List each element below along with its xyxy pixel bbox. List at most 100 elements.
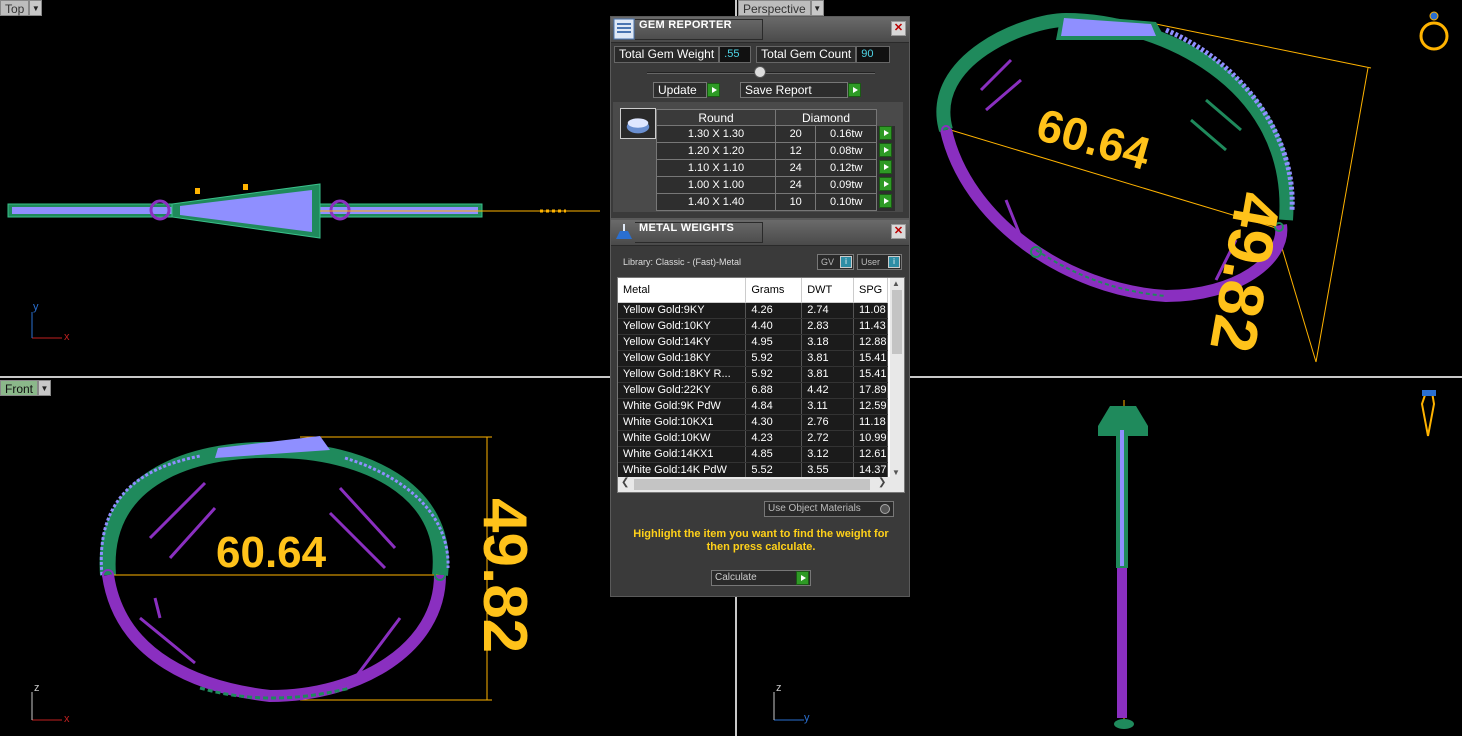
scroll-up-icon[interactable]: ▲ [892,279,900,288]
gem-table-header-shape: Round [656,109,776,126]
scroll-down-icon[interactable]: ▼ [892,468,900,477]
gem-row[interactable]: 1.10 X 1.10 24 0.12tw [656,159,895,177]
metal-row[interactable]: Yellow Gold:9KY 4.26 2.74 11.08 [618,302,889,319]
metal-cell-dwt: 3.81 [801,350,854,367]
gem-row-action[interactable] [876,159,895,177]
gem-reporter-title: GEM REPORTER [639,19,732,31]
gem-row-action[interactable] [876,193,895,211]
gem-size: 1.10 X 1.10 [656,159,776,177]
metal-cell-dwt: 3.55 [801,462,854,479]
viewport-label-front[interactable]: Front ▼ [0,380,52,396]
gem-size: 1.20 X 1.20 [656,142,776,160]
viewport-label-top[interactable]: Top ▼ [0,0,43,16]
metal-column-header[interactable]: SPG [853,278,889,303]
metal-row[interactable]: Yellow Gold:14KY 4.95 3.18 12.88 [618,334,889,351]
gem-count: 20 [774,125,817,143]
info-icon: i [888,256,900,268]
metal-cell-dwt: 3.81 [801,366,854,383]
gem-row-action[interactable] [876,176,895,194]
horizontal-scrollbar[interactable]: ❮ ❯ [618,477,904,492]
dimension-label-width: 60.64 [216,528,327,577]
metal-cell-metal: White Gold:14KX1 [618,446,747,463]
metal-row[interactable]: Yellow Gold:18KY R... 5.92 3.81 15.41 [618,366,889,383]
metal-row[interactable]: White Gold:14K PdW 5.52 3.55 14.37 [618,462,889,479]
metal-list[interactable]: Metal Grams DWT SPG Yellow Gold:9KY 4.26 2.74… [617,277,905,493]
viewport-name: Perspective [738,0,811,16]
gem-weight: 0.10tw [815,193,877,211]
metal-cell-spg: 15.41 [853,366,889,383]
play-icon[interactable] [879,142,892,157]
metal-cell-metal: White Gold:10KX1 [618,414,747,431]
metal-cell-spg: 11.08 [853,302,889,319]
instruction-text: Highlight the item you want to find the … [633,528,889,553]
scroll-right-icon[interactable]: ❯ [878,477,886,488]
metal-cell-metal: Yellow Gold:22KY [618,382,747,399]
gem-actions-row: Update Save Report [653,82,861,98]
gem-slider-knob[interactable] [754,66,766,78]
chevron-down-icon[interactable]: ▼ [29,0,43,16]
metal-row[interactable]: Yellow Gold:18KY 5.92 3.81 15.41 [618,350,889,367]
metal-row[interactable]: Yellow Gold:22KY 6.88 4.42 17.89 [618,382,889,399]
close-icon[interactable]: ✕ [891,21,906,36]
metal-row[interactable]: White Gold:10KX1 4.30 2.76 11.18 [618,414,889,431]
calculate-button[interactable]: Calculate [711,570,811,586]
radio-icon[interactable] [880,504,890,514]
scroll-thumb[interactable] [634,479,870,490]
metal-row[interactable]: Yellow Gold:10KY 4.40 2.83 11.43 [618,318,889,335]
vertical-scrollbar[interactable]: ▲ ▼ [890,278,904,478]
gem-count: 12 [774,142,817,160]
metal-cell-spg: 12.88 [853,334,889,351]
gem-count: 24 [774,176,817,194]
metal-cell-dwt: 3.11 [801,398,854,415]
metal-cell-dwt: 4.42 [801,382,854,399]
gem-table: Round Diamond 1.30 X 1.30 20 0.16tw 1.20 X … [656,109,895,211]
metal-column-header[interactable]: DWT [801,278,854,303]
play-icon[interactable] [879,176,892,191]
viewport-label-perspective[interactable]: Perspective ▼ [738,0,824,16]
save-report-go-icon[interactable] [848,83,861,97]
gem-reporter-titlebar[interactable]: GEM REPORTER ✕ [611,17,909,43]
save-report-button[interactable]: Save Report [740,82,848,98]
close-icon[interactable]: ✕ [891,224,906,239]
gem-size: 1.00 X 1.00 [656,176,776,194]
total-gem-weight-value[interactable]: .55 [719,46,752,63]
metal-row[interactable]: White Gold:14KX1 4.85 3.12 12.61 [618,446,889,463]
metal-weights-titlebar[interactable]: METAL WEIGHTS ✕ [611,220,909,246]
metal-column-header[interactable]: Metal [618,278,747,303]
dimension-label-height: 49.82 [470,498,539,654]
metal-cell-grams: 4.40 [745,318,803,335]
gem-row[interactable]: 1.20 X 1.20 12 0.08tw [656,142,895,160]
metal-cell-grams: 4.95 [745,334,803,351]
chevron-down-icon[interactable]: ▼ [810,0,824,16]
chevron-down-icon[interactable]: ▼ [38,380,52,396]
gem-table-header-type: Diamond [775,109,877,126]
gem-weight: 0.12tw [815,159,877,177]
diamond-icon[interactable] [620,108,656,139]
gv-toggle[interactable]: GV i [817,254,854,270]
gem-row[interactable]: 1.00 X 1.00 24 0.09tw [656,176,895,194]
calculate-go-icon[interactable] [796,571,809,585]
metal-column-header[interactable]: Grams [745,278,803,303]
user-toggle[interactable]: User i [857,254,902,270]
gem-row[interactable]: 1.40 X 1.40 10 0.10tw [656,193,895,211]
play-icon[interactable] [879,193,893,208]
viewport-name: Front [0,380,39,396]
gem-row[interactable]: 1.30 X 1.30 20 0.16tw [656,125,895,143]
gem-row-action[interactable] [876,142,895,160]
metal-cell-dwt: 2.72 [801,430,854,447]
total-gem-count-value[interactable]: 90 [856,46,891,63]
update-button[interactable]: Update [653,82,707,98]
play-icon[interactable] [879,159,892,174]
metal-cell-metal: White Gold:10KW [618,430,747,447]
scroll-left-icon[interactable]: ❮ [621,477,629,488]
gem-row-action[interactable] [876,125,895,143]
scroll-thumb[interactable] [892,290,902,354]
use-object-materials-toggle[interactable]: Use Object Materials [764,501,894,517]
metal-row[interactable]: White Gold:10KW 4.23 2.72 10.99 [618,430,889,447]
axis-x-label: x [64,331,70,343]
update-go-icon[interactable] [707,83,720,97]
metal-cell-spg: 11.18 [853,414,889,431]
axis-x-label: x [64,713,70,725]
metal-row[interactable]: White Gold:9K PdW 4.84 3.11 12.59 [618,398,889,415]
play-icon[interactable] [879,125,892,140]
